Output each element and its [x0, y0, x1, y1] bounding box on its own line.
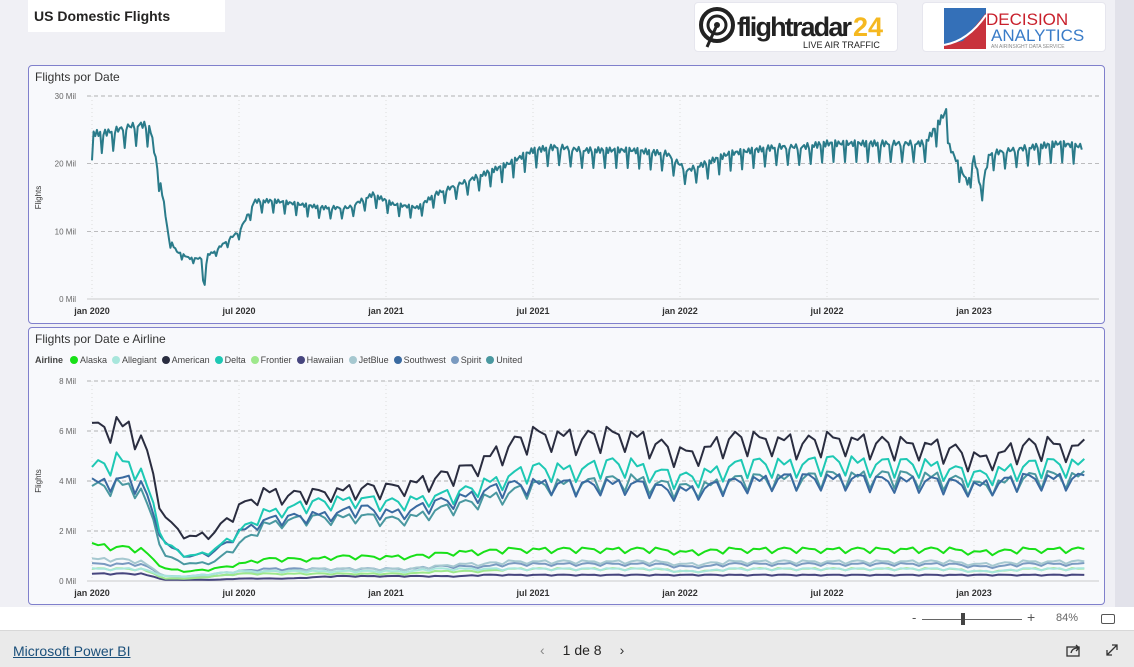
zoom-in-button[interactable]: + — [1027, 609, 1035, 625]
x-tick-label: jul 2020 — [221, 588, 255, 598]
decision-analytics-logo: DECISION ANALYTICS AN AIRINSIGHT DATA SE… — [922, 2, 1106, 52]
y-tick-label: 2 Mil — [59, 527, 76, 536]
zoom-out-button[interactable]: - — [912, 610, 916, 625]
zoom-bar: - + 84% — [0, 607, 1134, 631]
zoom-level: 84% — [1056, 612, 1079, 624]
next-page-button[interactable]: › — [620, 642, 625, 658]
y-tick-label: 6 Mil — [59, 427, 76, 436]
x-tick-label: jan 2023 — [955, 306, 992, 316]
flights-by-date-airline-chart[interactable]: Flights por Date e Airline Airline Alask… — [28, 327, 1105, 605]
zoom-slider-thumb[interactable] — [961, 613, 965, 625]
series-line-southwest — [91, 472, 1085, 558]
y-axis-label: Flights — [34, 469, 43, 493]
x-tick-label: jan 2023 — [955, 588, 992, 598]
y-tick-label: 8 Mil — [59, 377, 76, 386]
svg-text:ANALYTICS: ANALYTICS — [991, 26, 1084, 45]
flightradar24-logo: flightradar 24 LIVE AIR TRAFFIC — [694, 2, 898, 52]
y-tick-label: 10 Mil — [55, 227, 77, 236]
flights-by-date-chart[interactable]: Flights por Date 0 Mil 10 Mil 20 Mil 30 Mil… — [28, 65, 1105, 324]
share-icon[interactable] — [1066, 643, 1082, 657]
y-tick-label: 0 Mil — [59, 295, 76, 304]
y-tick-label: 30 Mil — [55, 92, 77, 101]
multi-line-chart-svg: 0 Mil 2 Mil 4 Mil 6 Mil 8 Mil jan 2020 jul 202… — [34, 377, 1099, 598]
y-axis-label: Flights — [34, 186, 43, 210]
y-tick-label: 4 Mil — [59, 477, 76, 486]
svg-text:flightradar: flightradar — [737, 12, 852, 42]
y-tick-label: 20 Mil — [55, 160, 77, 169]
x-tick-label: jan 2021 — [367, 306, 404, 316]
plane-logo-icon: DECISION ANALYTICS AN AIRINSIGHT DATA SE… — [943, 8, 1084, 50]
x-tick-label: jul 2022 — [809, 306, 843, 316]
expand-icon[interactable] — [1105, 643, 1119, 657]
x-tick-label: jul 2021 — [515, 306, 549, 316]
line-chart-svg: 0 Mil 10 Mil 20 Mil 30 Mil jan 2020 jul 2020 j… — [34, 92, 1099, 316]
svg-text:24: 24 — [853, 12, 883, 42]
radar-icon: flightradar 24 LIVE AIR TRAFFIC — [699, 7, 883, 50]
x-tick-label: jul 2021 — [515, 588, 549, 598]
x-tick-label: jan 2022 — [661, 588, 698, 598]
vertical-scrollbar[interactable] — [1115, 0, 1134, 607]
svg-text:AN AIRINSIGHT DATA SERVICE: AN AIRINSIGHT DATA SERVICE — [991, 44, 1065, 50]
fit-to-page-icon[interactable] — [1101, 614, 1115, 624]
x-tick-label: jan 2020 — [73, 306, 110, 316]
x-tick-label: jul 2022 — [809, 588, 843, 598]
x-tick-label: jan 2020 — [73, 588, 110, 598]
page-indicator: 1 de 8 — [562, 642, 602, 658]
y-tick-label: 0 Mil — [59, 577, 76, 586]
footer-bar: Microsoft Power BI ‹ 1 de 8 › — [0, 631, 1134, 667]
svg-text:LIVE AIR TRAFFIC: LIVE AIR TRAFFIC — [803, 40, 880, 50]
page-navigator: ‹ 1 de 8 › — [540, 642, 624, 658]
x-tick-label: jan 2021 — [367, 588, 404, 598]
x-tick-label: jul 2020 — [221, 306, 255, 316]
power-bi-link[interactable]: Microsoft Power BI — [13, 643, 130, 659]
series-line-united — [91, 470, 1085, 566]
series-line-total-flights — [91, 108, 1083, 286]
zoom-slider-track[interactable] — [922, 619, 1022, 620]
page-title: US Domestic Flights — [28, 0, 225, 32]
previous-page-button[interactable]: ‹ — [540, 642, 545, 658]
x-tick-label: jan 2022 — [661, 306, 698, 316]
